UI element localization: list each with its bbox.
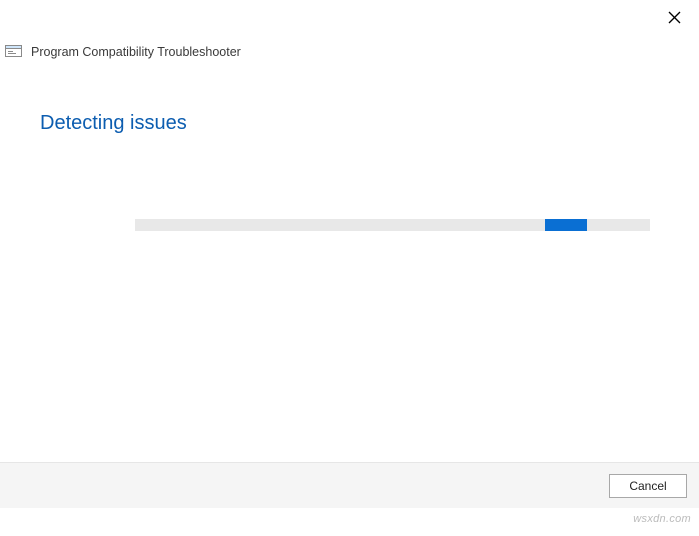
window-header: Program Compatibility Troubleshooter (0, 0, 699, 58)
close-icon (668, 11, 681, 24)
content-area: Detecting issues (0, 58, 699, 231)
progress-bar (135, 219, 650, 231)
dialog-footer: Cancel (0, 462, 699, 508)
page-heading: Detecting issues (40, 112, 659, 135)
troubleshooter-icon (5, 43, 22, 60)
watermark-text: wsxdn.com (633, 513, 691, 525)
cancel-button[interactable]: Cancel (609, 474, 687, 498)
window-title: Program Compatibility Troubleshooter (31, 45, 241, 59)
progress-indicator (545, 219, 587, 231)
close-button[interactable] (663, 6, 685, 28)
